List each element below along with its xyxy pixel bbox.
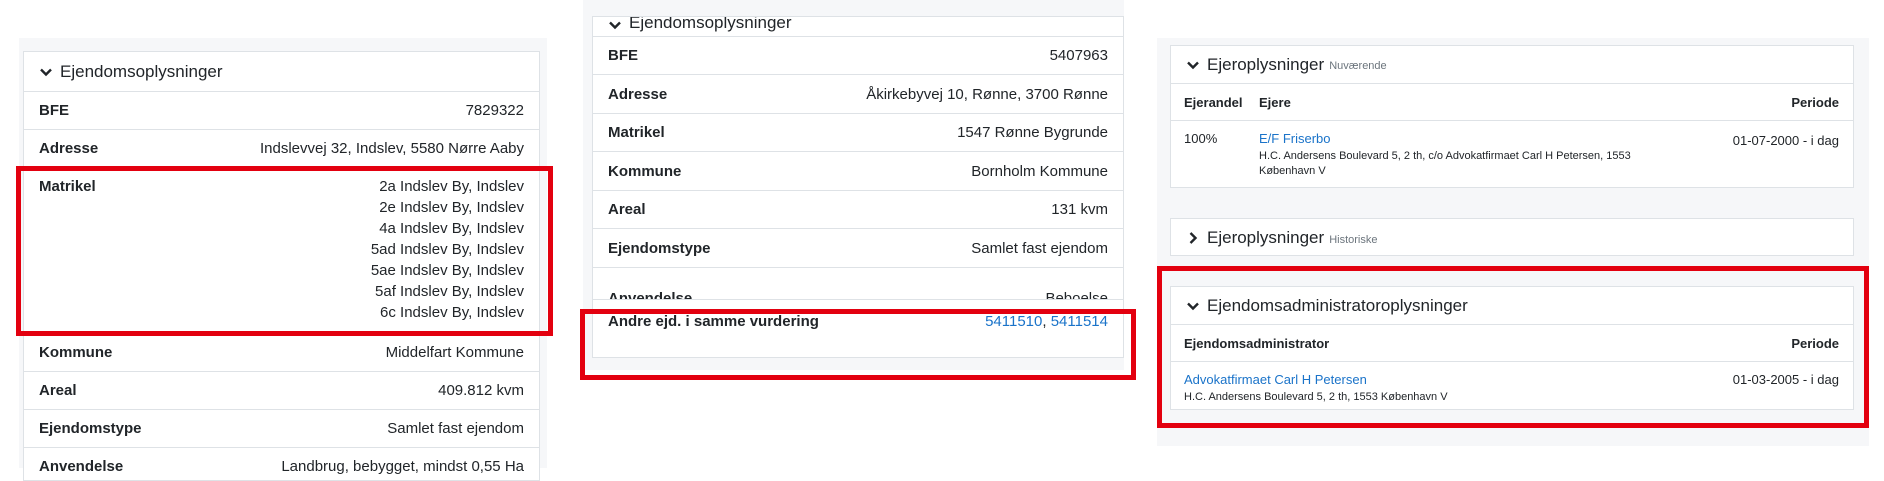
owners-historic-card: Ejeroplysninger Historiske [1170, 218, 1854, 256]
row-value: Bornholm Kommune [971, 162, 1108, 180]
row-key: Adresse [608, 85, 668, 103]
left-row-adresse: Adresse Indslevvej 32, Indslev, 5580 Nør… [24, 130, 539, 168]
col-header-periode: Periode [1716, 84, 1853, 121]
row-value: 5407963 [1049, 47, 1108, 64]
left-card-title: Ejendomsoplysninger [60, 61, 223, 81]
row-value: Indslevvej 32, Indslev, 5580 Nørre Aaby [259, 140, 524, 157]
owner-share: 100% [1184, 131, 1218, 146]
row-value: Beboelse [1045, 290, 1108, 300]
highlight-box-andre-ejd [580, 309, 1136, 380]
row-key: BFE [608, 47, 638, 64]
highlight-box-matrikel [16, 166, 553, 336]
row-key: Anvendelse [608, 290, 693, 300]
row-key: Areal [608, 201, 646, 218]
col-header-ejerandel: Ejerandel [1171, 84, 1246, 121]
row-key: Ejendomstype [608, 239, 711, 257]
owners-current-card: Ejeroplysninger Nuværende Ejerandel Ejer… [1170, 45, 1854, 188]
row-key: Matrikel [608, 124, 665, 141]
row-value: Samlet fast ejendom [387, 420, 524, 437]
middle-card-title: Ejendomsoplysninger [629, 16, 792, 32]
middle-row-ejendomstype: Ejendomstype Samlet fast ejendom [593, 229, 1123, 268]
middle-row-anvendelse: Anvendelse Beboelse [593, 268, 1123, 300]
middle-row-adresse: Adresse Åkirkebyvej 10, Rønne, 3700 Rønn… [593, 75, 1123, 114]
row-value: 1547 Rønne Bygrunde [957, 124, 1108, 141]
table-row: 100% E/F Friserbo H.C. Andersens Bouleva… [1171, 121, 1853, 188]
owners-current-title: Ejeroplysninger [1207, 54, 1325, 74]
middle-row-matrikel: Matrikel 1547 Rønne Bygrunde [593, 114, 1123, 152]
owners-historic-subtitle: Historiske [1329, 233, 1378, 246]
left-row-ejendomstype: Ejendomstype Samlet fast ejendom [24, 410, 539, 448]
middle-card-header[interactable]: Ejendomsoplysninger [593, 16, 1123, 37]
chevron-right-icon [1185, 230, 1201, 246]
row-value: Middelfart Kommune [385, 344, 524, 361]
row-key: Ejendomstype [39, 420, 142, 437]
row-key: Adresse [39, 140, 99, 157]
row-value: 409.812 kvm [438, 382, 524, 399]
chevron-down-icon [1185, 57, 1201, 73]
left-row-anvendelse: Anvendelse Landbrug, bebygget, mindst 0,… [24, 448, 539, 480]
owners-table: Ejerandel Ejere Periode 100% E/F Friserb… [1171, 84, 1853, 187]
left-card-header[interactable]: Ejendomsoplysninger [24, 52, 539, 92]
highlight-box-admin [1157, 266, 1869, 428]
middle-row-bfe: BFE 5407963 [593, 37, 1123, 75]
row-key: Anvendelse [39, 458, 124, 475]
middle-row-areal: Areal 131 kvm [593, 191, 1123, 229]
row-value: 131 kvm [1051, 201, 1108, 218]
row-key: Kommune [608, 162, 682, 180]
row-value: 7829322 [465, 102, 524, 119]
left-row-kommune: Kommune Middelfart Kommune [24, 334, 539, 372]
owners-historic-title: Ejeroplysninger [1207, 228, 1325, 247]
row-key: Areal [39, 382, 77, 399]
col-header-ejere: Ejere [1246, 84, 1716, 121]
left-row-bfe: BFE 7829322 [24, 92, 539, 130]
chevron-down-icon [38, 64, 54, 80]
chevron-down-icon [607, 17, 623, 33]
owner-address: H.C. Andersens Boulevard 5, 2 th, c/o Ad… [1259, 150, 1631, 177]
owner-name-link[interactable]: E/F Friserbo [1259, 131, 1716, 146]
middle-row-kommune: Kommune Bornholm Kommune [593, 152, 1123, 191]
left-row-areal: Areal 409.812 kvm [24, 372, 539, 410]
owners-current-header[interactable]: Ejeroplysninger Nuværende [1171, 46, 1853, 84]
row-value: Samlet fast ejendom [971, 239, 1108, 257]
owners-historic-header[interactable]: Ejeroplysninger Historiske [1171, 219, 1853, 255]
row-value: Åkirkebyvej 10, Rønne, 3700 Rønne [866, 85, 1108, 103]
row-key: BFE [39, 102, 69, 119]
owner-period: 01-07-2000 - i dag [1732, 133, 1839, 148]
middle-property-card: Ejendomsoplysninger BFE 5407963 Adresse … [592, 16, 1124, 358]
row-value: Landbrug, bebygget, mindst 0,55 Ha [281, 458, 524, 475]
row-key: Kommune [39, 344, 113, 361]
owners-current-subtitle: Nuværende [1329, 60, 1387, 72]
